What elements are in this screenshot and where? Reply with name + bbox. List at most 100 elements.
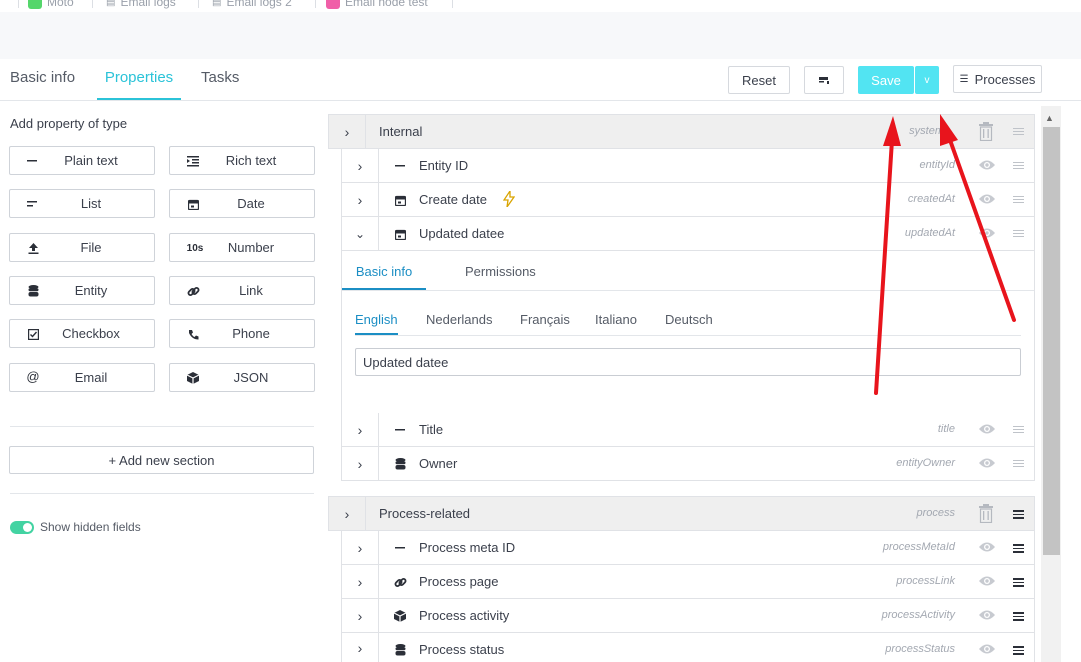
- add-phone-button[interactable]: Phone: [169, 319, 315, 348]
- eye-icon[interactable]: [978, 192, 996, 206]
- language-tab-italiano[interactable]: Italiano: [595, 305, 637, 335]
- chevron-right-icon[interactable]: ›: [342, 633, 378, 662]
- indent-icon: [185, 153, 201, 169]
- property-row-create-date[interactable]: › Create date createdAt: [341, 183, 1035, 217]
- browser-tab-email-logs-2[interactable]: ▤ Email logs 2: [212, 0, 292, 10]
- document-icon: ▤: [212, 0, 222, 8]
- property-row-process-status[interactable]: › Process status processStatus: [341, 633, 1035, 662]
- chevron-right-icon[interactable]: ›: [342, 149, 378, 182]
- add-json-button[interactable]: JSON: [169, 363, 315, 392]
- chevron-right-icon[interactable]: ›: [342, 565, 378, 598]
- drag-handle-icon[interactable]: [1013, 426, 1024, 433]
- drag-handle-icon[interactable]: [1013, 128, 1024, 135]
- tab-properties[interactable]: Properties: [97, 69, 181, 100]
- list-icon: ☰: [959, 73, 969, 85]
- trash-icon[interactable]: [978, 122, 994, 141]
- language-tab-english[interactable]: English: [355, 305, 398, 335]
- section-header-process-related[interactable]: › Process-related process: [328, 496, 1035, 531]
- language-tab-francais[interactable]: Français: [520, 305, 570, 335]
- dash-icon: [392, 540, 408, 556]
- processes-button[interactable]: ☰ Processes: [953, 65, 1042, 93]
- show-hidden-toggle[interactable]: [10, 521, 34, 534]
- eye-icon[interactable]: [978, 456, 996, 470]
- link-icon: [185, 283, 201, 299]
- property-key: entityId: [919, 159, 955, 171]
- drag-handle-icon[interactable]: [1013, 578, 1024, 587]
- add-entity-button[interactable]: Entity: [9, 276, 155, 305]
- property-row-title[interactable]: › Title title: [341, 413, 1035, 447]
- add-file-button[interactable]: File: [9, 233, 155, 262]
- tab-basic-info[interactable]: Basic info: [10, 69, 75, 100]
- add-rich-text-button[interactable]: Rich text: [169, 146, 315, 175]
- divider: [10, 426, 314, 427]
- add-list-button[interactable]: List: [9, 189, 155, 218]
- browser-tab-moto[interactable]: Moto: [28, 0, 74, 10]
- save-button[interactable]: Save: [858, 66, 914, 94]
- database-icon: [392, 642, 408, 658]
- tab-tasks[interactable]: Tasks: [201, 69, 239, 100]
- browser-tab-email-logs[interactable]: ▤ Email logs: [106, 0, 176, 10]
- lightning-icon: [503, 191, 515, 207]
- show-hidden-label: Show hidden fields: [40, 520, 141, 534]
- property-row-owner[interactable]: › Owner entityOwner: [341, 447, 1035, 481]
- reset-button[interactable]: Reset: [728, 66, 790, 94]
- add-email-button[interactable]: @ Email: [9, 363, 155, 392]
- chevron-down-icon[interactable]: ⌄: [342, 217, 378, 250]
- property-row-updated-date[interactable]: ⌄ Updated datee updatedAt: [341, 217, 1035, 251]
- eye-icon[interactable]: [978, 540, 996, 554]
- save-dropdown-button[interactable]: v: [915, 66, 939, 94]
- drag-handle-icon[interactable]: [1013, 544, 1024, 553]
- property-row-process-page[interactable]: › Process page processLink: [341, 565, 1035, 599]
- drag-handle-icon[interactable]: [1013, 510, 1024, 519]
- add-checkbox-button[interactable]: Checkbox: [9, 319, 155, 348]
- eye-icon[interactable]: [978, 422, 996, 436]
- editor-tab-basic-info[interactable]: Basic info: [342, 251, 426, 290]
- tab-label: Moto: [47, 0, 74, 9]
- add-link-button[interactable]: Link: [169, 276, 315, 305]
- property-row-process-activity[interactable]: › Process activity processActivity: [341, 599, 1035, 633]
- add-plain-text-button[interactable]: Plain text: [9, 146, 155, 175]
- property-name: Entity ID: [419, 158, 469, 173]
- trash-icon[interactable]: [978, 504, 994, 523]
- chevron-right-icon[interactable]: ›: [329, 115, 365, 148]
- tab-label: Email logs 2: [226, 0, 292, 9]
- property-row-entity-id[interactable]: › Entity ID entityId: [341, 149, 1035, 183]
- add-new-section-button[interactable]: + Add new section: [9, 446, 314, 474]
- add-number-button[interactable]: 10s Number: [169, 233, 315, 262]
- eye-icon[interactable]: [978, 574, 996, 588]
- language-tab-deutsch[interactable]: Deutsch: [665, 305, 713, 335]
- drag-handle-icon[interactable]: [1013, 460, 1024, 467]
- drag-handle-icon[interactable]: [1013, 646, 1024, 655]
- drag-handle-icon[interactable]: [1013, 230, 1024, 237]
- property-label-input[interactable]: [355, 348, 1021, 376]
- comment-button[interactable]: [804, 66, 844, 94]
- divider: [378, 413, 379, 446]
- chevron-right-icon[interactable]: ›: [342, 183, 378, 216]
- language-tab-nederlands[interactable]: Nederlands: [426, 305, 493, 335]
- tab-separator: [452, 0, 453, 8]
- eye-icon[interactable]: [978, 226, 996, 240]
- chevron-right-icon[interactable]: ›: [342, 531, 378, 564]
- drag-handle-icon[interactable]: [1013, 162, 1024, 169]
- chevron-right-icon[interactable]: ›: [342, 413, 378, 446]
- editor-tab-permissions[interactable]: Permissions: [465, 251, 536, 290]
- cube-icon: [185, 370, 201, 386]
- number-icon: 10s: [186, 242, 204, 254]
- main-tabs-bar: Basic info Properties Tasks Reset Save v…: [0, 60, 1081, 101]
- scroll-up-icon[interactable]: ▲: [1045, 113, 1054, 123]
- database-icon: [392, 456, 408, 472]
- scrollbar-thumb[interactable]: [1043, 127, 1060, 555]
- chevron-right-icon[interactable]: ›: [342, 599, 378, 632]
- chevron-right-icon[interactable]: ›: [329, 497, 365, 530]
- property-row-process-meta-id[interactable]: › Process meta ID processMetaId: [341, 531, 1035, 565]
- drag-handle-icon[interactable]: [1013, 612, 1024, 621]
- chevron-right-icon[interactable]: ›: [342, 447, 378, 480]
- eye-icon[interactable]: [978, 608, 996, 622]
- browser-tab-email-node-test[interactable]: Email node test: [326, 0, 428, 10]
- section-header-internal[interactable]: › Internal system: [328, 114, 1035, 149]
- eye-icon[interactable]: [978, 158, 996, 172]
- drag-handle-icon[interactable]: [1013, 196, 1024, 203]
- add-date-button[interactable]: Date: [169, 189, 315, 218]
- eye-icon[interactable]: [978, 642, 996, 656]
- divider: [378, 633, 379, 662]
